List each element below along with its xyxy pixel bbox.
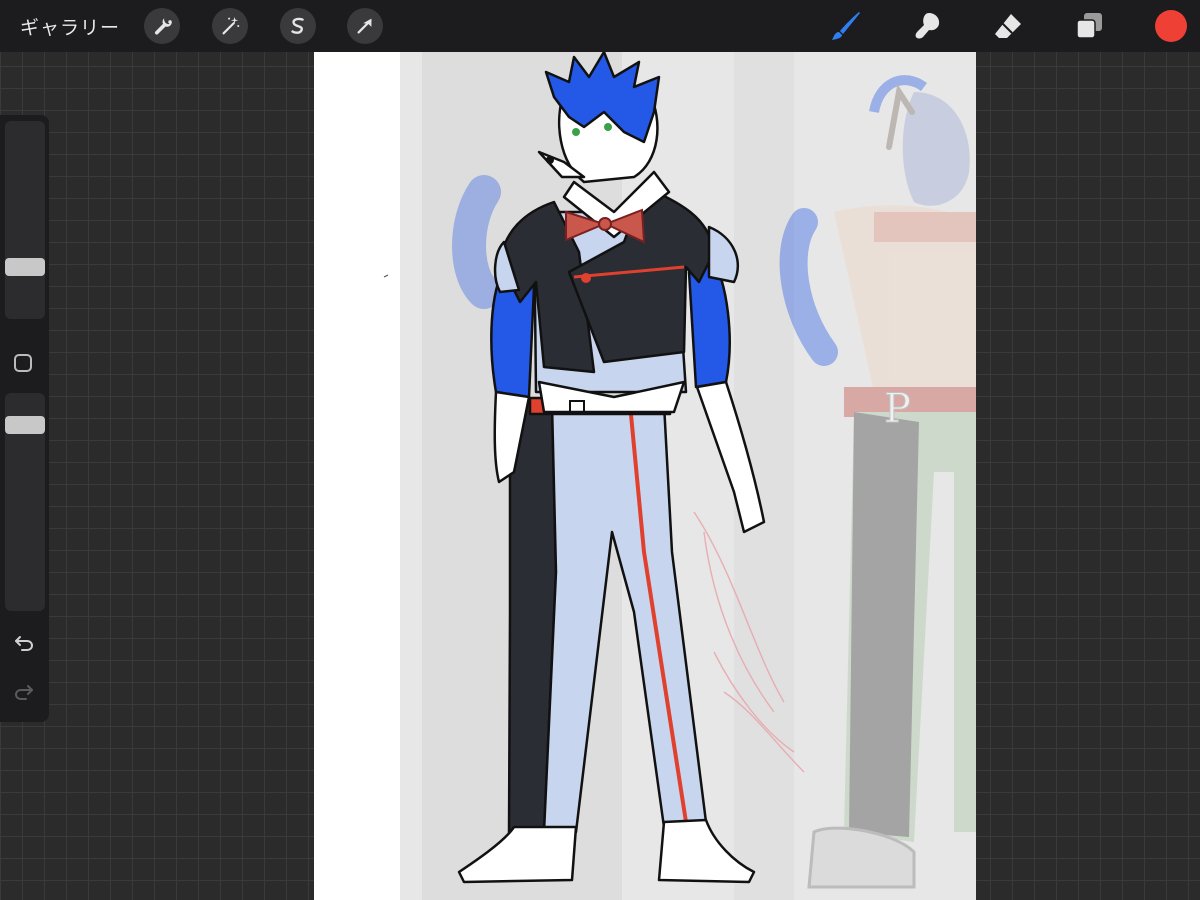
opacity-thumb[interactable] <box>5 416 45 434</box>
eraser-icon <box>995 14 1021 38</box>
left-sidebar <box>0 115 49 722</box>
gallery-button[interactable]: ギャラリー <box>20 13 120 40</box>
smudge-button[interactable] <box>907 6 947 46</box>
selection-icon <box>291 17 304 34</box>
brush-size-slider[interactable] <box>5 121 45 319</box>
adjustments-button[interactable] <box>212 8 248 44</box>
color-swatch-button[interactable] <box>1155 10 1187 42</box>
transform-button[interactable] <box>347 8 383 44</box>
selection-button[interactable] <box>280 8 316 44</box>
transform-arrow-icon <box>357 18 372 34</box>
modify-button[interactable] <box>14 354 32 372</box>
character-illustration: P <box>383 52 976 900</box>
undo-icon[interactable] <box>12 630 36 654</box>
actions-button[interactable] <box>144 8 180 44</box>
layers-icon <box>1076 13 1102 39</box>
svg-text:P: P <box>884 386 911 432</box>
eraser-button[interactable] <box>988 6 1028 46</box>
layers-button[interactable] <box>1069 6 1109 46</box>
magic-wand-icon <box>222 16 240 35</box>
redo-icon[interactable] <box>12 679 36 703</box>
brush-button[interactable] <box>826 6 866 46</box>
drawing-canvas[interactable]: P <box>314 52 976 900</box>
smudge-icon <box>915 13 940 39</box>
brush-icon <box>832 12 860 40</box>
wrench-icon <box>154 18 172 35</box>
brush-size-thumb[interactable] <box>5 258 45 276</box>
top-toolbar: ギャラリー <box>0 0 1200 52</box>
